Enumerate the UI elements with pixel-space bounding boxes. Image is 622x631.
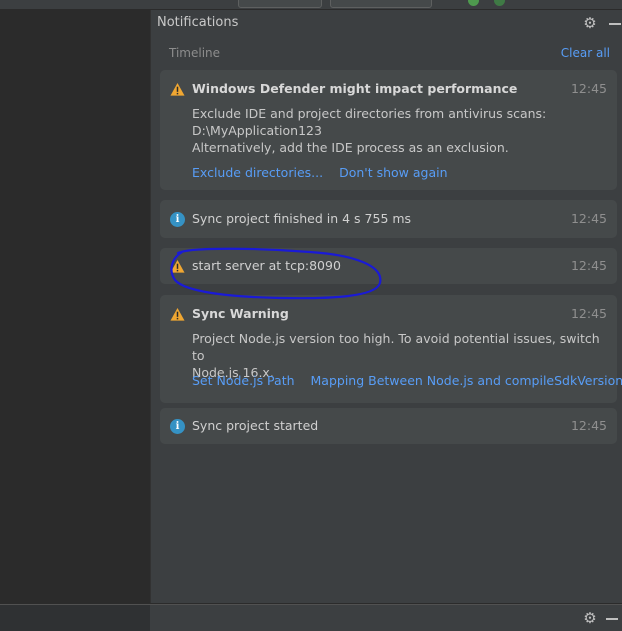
- minus-icon[interactable]: [606, 618, 618, 620]
- panel-title: Notifications: [157, 15, 239, 30]
- notification-card: i Sync project started 12:45: [160, 408, 617, 444]
- notification-card: start server at tcp:8090 12:45: [160, 248, 617, 284]
- run-icon[interactable]: [468, 0, 479, 6]
- notification-card: Sync Warning 12:45 Project Node.js versi…: [160, 295, 622, 403]
- set-nodejs-path-link[interactable]: Set Node.js Path: [192, 373, 295, 388]
- clear-all-link[interactable]: Clear all: [561, 46, 610, 60]
- warning-icon: [170, 307, 185, 321]
- notification-actions: Exclude directories... Don't show again: [192, 165, 448, 180]
- info-icon: i: [170, 419, 185, 434]
- notification-title: Sync project started: [192, 418, 319, 433]
- notification-time: 12:45: [570, 306, 607, 321]
- toolbar-device-selector[interactable]: [330, 0, 432, 8]
- notification-actions: Set Node.js Path Mapping Between Node.js…: [192, 373, 622, 388]
- notification-title: start server at tcp:8090: [192, 258, 341, 273]
- notification-title: Sync Warning: [192, 306, 289, 321]
- notification-time: 12:45: [570, 211, 607, 226]
- warning-icon: [170, 259, 185, 273]
- exclude-directories-link[interactable]: Exclude directories...: [192, 165, 323, 180]
- editor-area: [0, 10, 150, 603]
- mapping-nodejs-compilesdk-link[interactable]: Mapping Between Node.js and compileSdkVe…: [311, 373, 622, 388]
- notifications-panel: Notifications ⚙ Timeline Clear all Windo…: [151, 10, 622, 603]
- gear-icon[interactable]: ⚙: [582, 609, 598, 627]
- status-bar-left: [0, 605, 150, 631]
- debug-icon[interactable]: [494, 0, 505, 6]
- notification-time: 12:45: [570, 258, 607, 273]
- notification-time: 12:45: [570, 418, 607, 433]
- notification-title: Windows Defender might impact performanc…: [192, 81, 518, 96]
- notification-body: Exclude IDE and project directories from…: [192, 106, 547, 155]
- gear-icon[interactable]: ⚙: [582, 14, 598, 32]
- notification-time: 12:45: [570, 81, 607, 96]
- top-toolbar: [0, 0, 622, 10]
- bottom-status-bar: ⚙: [0, 604, 622, 631]
- toolbar-dropdown[interactable]: [238, 0, 322, 8]
- warning-icon: [170, 82, 185, 96]
- notification-card: Windows Defender might impact performanc…: [160, 70, 617, 190]
- dont-show-again-link[interactable]: Don't show again: [339, 165, 447, 180]
- timeline-label: Timeline: [169, 46, 221, 60]
- minus-icon[interactable]: [609, 23, 621, 25]
- notification-title: Sync project finished in 4 s 755 ms: [192, 211, 412, 226]
- info-icon: i: [170, 212, 185, 227]
- notification-card: i Sync project finished in 4 s 755 ms 12…: [160, 200, 617, 238]
